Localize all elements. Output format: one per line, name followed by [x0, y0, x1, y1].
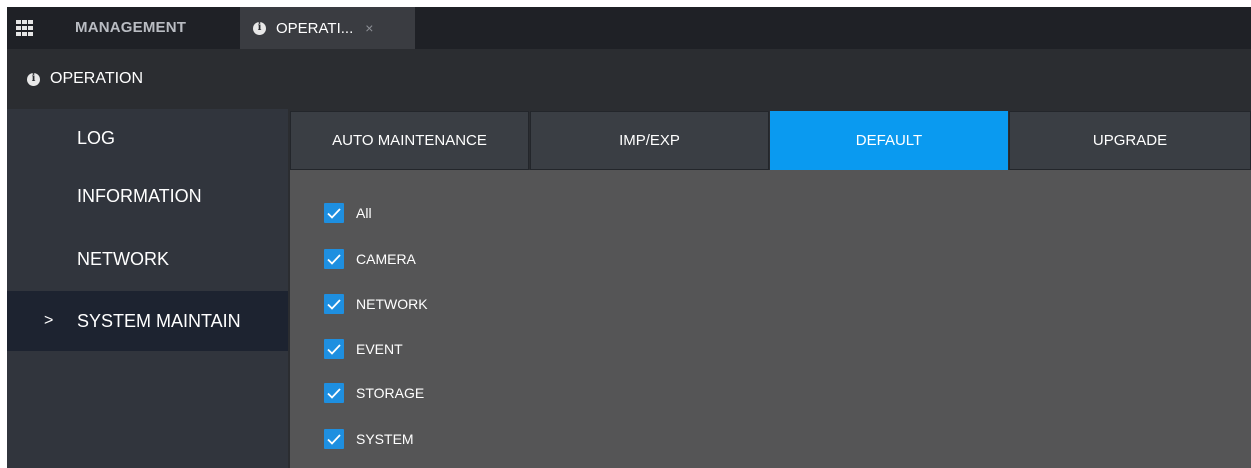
checkbox[interactable] — [324, 429, 344, 449]
option-network[interactable]: NETWORK — [324, 293, 428, 315]
option-label: CAMERA — [356, 251, 416, 267]
option-label: STORAGE — [356, 385, 425, 401]
info-icon: i — [253, 21, 266, 35]
check-icon — [327, 387, 341, 399]
tab-default[interactable]: DEFAULT — [770, 111, 1008, 170]
page-header: i OPERATION — [7, 49, 1251, 109]
tab-upgrade[interactable]: UPGRADE — [1009, 111, 1251, 170]
check-icon — [327, 298, 341, 310]
sidebar-item-network[interactable]: NETWORK — [7, 230, 288, 288]
grid-icon — [16, 20, 34, 36]
option-label: NETWORK — [356, 296, 428, 312]
checkbox[interactable] — [324, 249, 344, 269]
sidebar-item-label: LOG — [77, 127, 116, 148]
option-label: SYSTEM — [356, 431, 414, 447]
option-event[interactable]: EVENT — [324, 338, 403, 360]
tab-imp-exp[interactable]: IMP/EXP — [530, 111, 769, 170]
sidebar-item-system-maintain[interactable]: > SYSTEM MAINTAIN — [7, 291, 288, 351]
option-all[interactable]: All — [324, 202, 372, 224]
tab-auto-maintenance[interactable]: AUTO MAINTENANCE — [290, 111, 529, 170]
check-icon — [327, 253, 341, 265]
check-icon — [327, 343, 341, 355]
sidebar-item-information[interactable]: INFORMATION — [7, 167, 288, 225]
check-icon — [327, 207, 341, 219]
sidebar-item-label: SYSTEM MAINTAIN — [77, 310, 241, 331]
page-title: OPERATION — [50, 70, 144, 87]
app-window: MANAGEMENT i OPERATI... × i OPERATION LO… — [7, 7, 1251, 468]
top-tab-bar: MANAGEMENT i OPERATI... × — [7, 7, 1251, 49]
option-camera[interactable]: CAMERA — [324, 248, 416, 270]
option-label: EVENT — [356, 341, 403, 357]
tab-operation-label: OPERATI... — [276, 19, 354, 37]
sidebar-item-label: NETWORK — [77, 248, 169, 269]
apps-button[interactable] — [7, 7, 59, 49]
sidebar-item-label: INFORMATION — [77, 185, 202, 206]
tab-management[interactable]: MANAGEMENT — [75, 7, 186, 49]
tab-operation[interactable]: i OPERATI... × — [240, 7, 415, 49]
option-system[interactable]: SYSTEM — [324, 428, 414, 450]
info-icon: i — [27, 72, 40, 86]
default-panel: All CAMERA NETWORK EVENT STORAGE SYSTEM — [290, 170, 1251, 468]
checkbox[interactable] — [324, 339, 344, 359]
option-label: All — [356, 205, 372, 221]
checkbox[interactable] — [324, 203, 344, 223]
tab-strip: AUTO MAINTENANCE IMP/EXP DEFAULT UPGRADE — [290, 111, 1251, 170]
chevron-right-icon: > — [44, 312, 54, 329]
sidebar-item-log[interactable]: LOG — [7, 109, 288, 167]
checkbox[interactable] — [324, 383, 344, 403]
close-tab-icon[interactable]: × — [365, 20, 373, 36]
check-icon — [327, 433, 341, 445]
option-storage[interactable]: STORAGE — [324, 382, 424, 404]
sidebar: LOG INFORMATION NETWORK > SYSTEM MAINTAI… — [7, 109, 288, 468]
checkbox[interactable] — [324, 294, 344, 314]
